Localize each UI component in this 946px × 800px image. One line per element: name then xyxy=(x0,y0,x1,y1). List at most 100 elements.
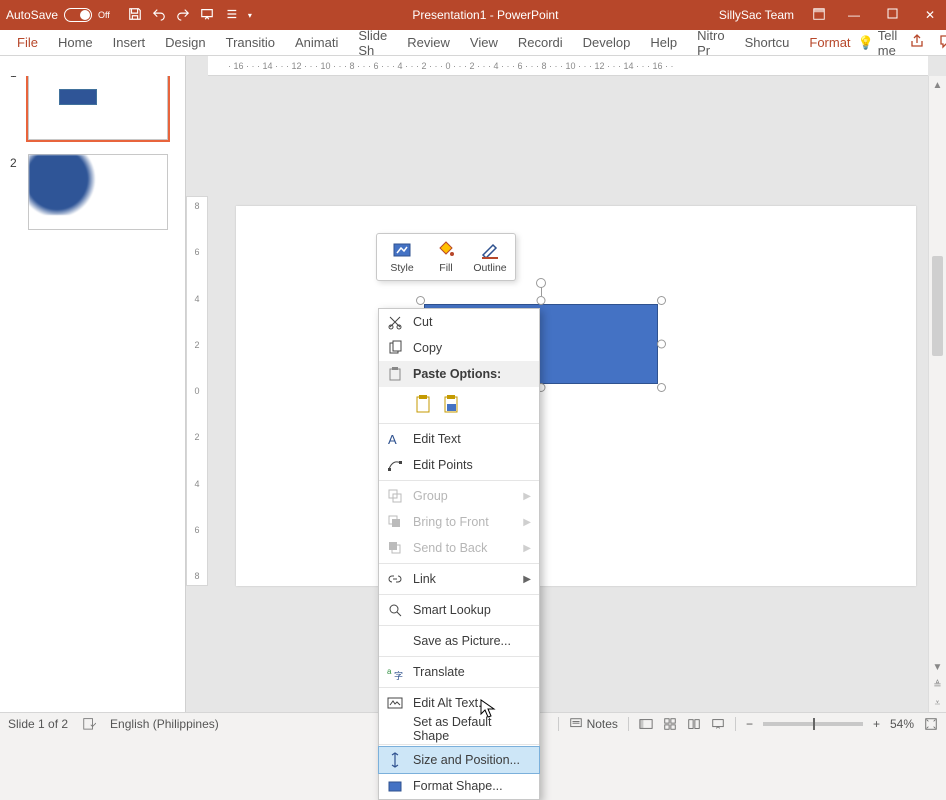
autosave-switch-icon[interactable] xyxy=(64,8,92,22)
ribbon-tabs: File Home Insert Design Transitio Animat… xyxy=(0,30,946,56)
tab-design[interactable]: Design xyxy=(158,30,212,55)
autosave-toggle[interactable]: AutoSave Off xyxy=(6,8,110,22)
translate-icon: a字 xyxy=(387,664,403,680)
ribbon-options-icon[interactable] xyxy=(812,7,826,24)
menu-smart-lookup-label: Smart Lookup xyxy=(413,603,491,617)
menu-cut[interactable]: Cut xyxy=(379,309,539,335)
paste-as-picture[interactable] xyxy=(441,392,463,416)
tab-slideshow[interactable]: Slide Sh xyxy=(351,30,394,55)
save-icon[interactable] xyxy=(128,7,142,24)
rotate-handle[interactable] xyxy=(536,278,546,288)
share-icon[interactable] xyxy=(909,33,925,52)
tab-nitro[interactable]: Nitro Pr xyxy=(690,30,731,55)
slide-thumbnail-2[interactable]: 2 xyxy=(10,154,175,230)
close-button[interactable]: ✕ xyxy=(920,8,940,22)
menu-bring-to-front[interactable]: Bring to Front ▶ xyxy=(379,509,539,535)
menu-set-default-shape[interactable]: Set as Default Shape xyxy=(379,716,539,742)
link-icon xyxy=(387,571,403,587)
menu-smart-lookup[interactable]: Smart Lookup xyxy=(379,597,539,623)
resize-handle-br[interactable] xyxy=(657,383,666,392)
resize-handle-tl[interactable] xyxy=(416,296,425,305)
menu-group[interactable]: Group ▶ xyxy=(379,483,539,509)
view-sorter-icon[interactable] xyxy=(663,717,677,731)
zoom-slider[interactable] xyxy=(763,722,863,726)
mini-fill-button[interactable]: Fill xyxy=(425,238,467,276)
tab-insert[interactable]: Insert xyxy=(106,30,153,55)
menu-save-as-picture[interactable]: Save as Picture... xyxy=(379,628,539,654)
submenu-arrow-icon: ▶ xyxy=(523,543,531,554)
tab-recording[interactable]: Recordi xyxy=(511,30,570,55)
resize-handle-tm[interactable] xyxy=(537,296,546,305)
menu-group-label: Group xyxy=(413,489,448,503)
quick-access-toolbar: ▾ xyxy=(128,7,252,24)
zoom-in-button[interactable]: + xyxy=(873,717,880,731)
spellcheck-icon[interactable] xyxy=(82,716,96,733)
fit-to-window-icon[interactable] xyxy=(924,717,938,731)
send-back-icon xyxy=(387,540,403,556)
tab-view[interactable]: View xyxy=(463,30,505,55)
comments-icon[interactable] xyxy=(939,33,946,52)
editing-area: · 16 · · · 14 · · · 12 · · · 10 · · · 8 … xyxy=(186,76,946,712)
resize-handle-mr[interactable] xyxy=(657,340,666,349)
resize-handle-tr[interactable] xyxy=(657,296,666,305)
menu-format-shape[interactable]: Format Shape... xyxy=(379,773,539,799)
slide-thumbnail-pane[interactable]: 1 2 xyxy=(0,56,186,712)
submenu-arrow-icon: ▶ xyxy=(523,574,531,585)
slide-counter[interactable]: Slide 1 of 2 xyxy=(8,717,68,731)
notes-label: Notes xyxy=(587,717,618,731)
menu-set-default-label: Set as Default Shape xyxy=(413,715,531,743)
mini-style-button[interactable]: Style xyxy=(381,238,423,276)
thumb-shape-rectangle xyxy=(59,89,97,105)
language-label[interactable]: English (Philippines) xyxy=(110,717,219,731)
tab-help[interactable]: Help xyxy=(643,30,684,55)
svg-text:a: a xyxy=(387,667,392,676)
notes-button[interactable]: Notes xyxy=(569,717,618,731)
tab-review[interactable]: Review xyxy=(400,30,457,55)
view-slideshow-icon[interactable] xyxy=(711,717,725,731)
mini-outline-button[interactable]: Outline xyxy=(469,238,511,276)
zoom-out-button[interactable]: − xyxy=(746,717,753,731)
autosave-state: Off xyxy=(98,10,110,20)
view-normal-icon[interactable] xyxy=(639,717,653,731)
scroll-down-icon[interactable]: ▼ xyxy=(929,658,946,676)
view-reading-icon[interactable] xyxy=(687,717,701,731)
menu-format-shape-label: Format Shape... xyxy=(413,779,503,793)
bring-front-icon xyxy=(387,514,403,530)
scroll-up-icon[interactable]: ▲ xyxy=(929,76,946,94)
tab-animations[interactable]: Animati xyxy=(288,30,345,55)
zoom-level[interactable]: 54% xyxy=(890,717,914,731)
menu-copy[interactable]: Copy xyxy=(379,335,539,361)
tab-format[interactable]: Format xyxy=(802,30,857,55)
menu-cut-label: Cut xyxy=(413,315,432,329)
tab-file[interactable]: File xyxy=(10,30,45,55)
menu-size-and-position[interactable]: Size and Position... xyxy=(379,747,539,773)
menu-edit-alt-text[interactable]: Edit Alt Text... xyxy=(379,690,539,716)
tab-transitions[interactable]: Transitio xyxy=(219,30,282,55)
tab-shortcuts[interactable]: Shortcu xyxy=(738,30,797,55)
mini-fill-label: Fill xyxy=(439,262,452,274)
mini-toolbar: Style Fill Outline xyxy=(376,233,516,281)
menu-edit-points[interactable]: Edit Points xyxy=(379,452,539,478)
present-from-start-icon[interactable] xyxy=(200,7,214,24)
undo-icon[interactable] xyxy=(152,7,166,24)
title-bar: AutoSave Off ▾ Presentation1 - PowerPoin… xyxy=(0,0,946,30)
menu-link[interactable]: Link ▶ xyxy=(379,566,539,592)
tab-home[interactable]: Home xyxy=(51,30,100,55)
prev-slide-icon[interactable]: ≜ xyxy=(929,676,946,694)
menu-send-to-back[interactable]: Send to Back ▶ xyxy=(379,535,539,561)
list-icon[interactable] xyxy=(224,7,238,24)
menu-edit-text[interactable]: A Edit Text xyxy=(379,426,539,452)
scroll-thumb[interactable] xyxy=(932,256,943,356)
tab-developer[interactable]: Develop xyxy=(576,30,638,55)
tell-me-label: Tell me xyxy=(878,28,898,58)
thumb-canvas[interactable] xyxy=(28,154,168,230)
next-slide-icon[interactable]: ⩡ xyxy=(929,694,946,712)
maximize-button[interactable] xyxy=(882,8,902,22)
tell-me-search[interactable]: 💡 Tell me xyxy=(858,28,898,58)
slide-canvas[interactable] xyxy=(236,206,916,586)
menu-translate[interactable]: a字 Translate xyxy=(379,659,539,685)
redo-icon[interactable] xyxy=(176,7,190,24)
vertical-scrollbar[interactable]: ▲ ▼ ≜ ⩡ xyxy=(928,76,946,712)
paste-use-destination-theme[interactable] xyxy=(413,392,435,416)
minimize-button[interactable]: — xyxy=(844,8,864,22)
